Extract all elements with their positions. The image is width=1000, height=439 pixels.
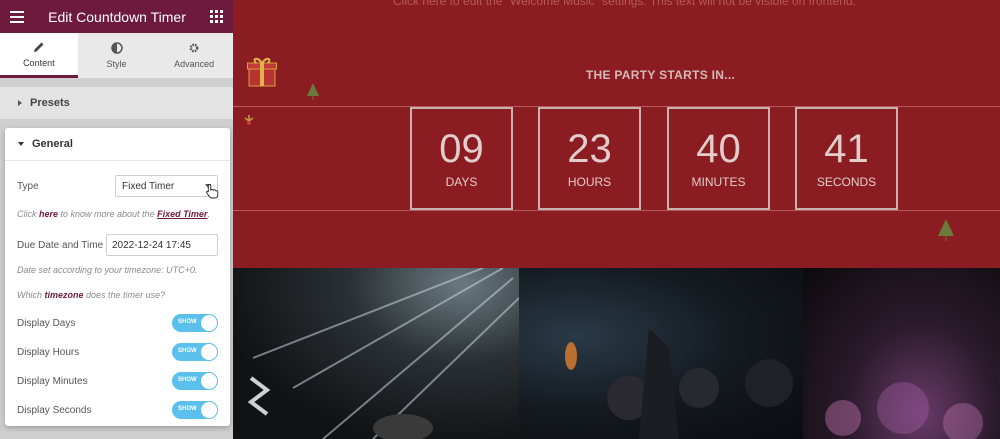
panel-tabs: Content Style Advanced <box>0 33 233 78</box>
timezone-note: Date set according to your timezone: UTC… <box>17 265 198 275</box>
days-value: 09 <box>439 127 484 171</box>
due-date-label: Due Date and Time <box>17 239 104 251</box>
countdown-hours-box: 23 HOURS <box>538 107 641 210</box>
pink-lights-photo <box>803 268 1000 439</box>
display-minutes-label: Display Minutes <box>17 375 88 387</box>
help-text-pre: Click <box>17 209 39 219</box>
type-select[interactable]: Fixed Timer <box>115 175 219 199</box>
light-beams-graphic <box>247 268 519 439</box>
display-days-toggle[interactable]: SHOW <box>172 314 218 332</box>
help-text-post: . <box>207 209 210 219</box>
display-seconds-row: Display Seconds SHOW <box>17 401 218 419</box>
party-heading: THE PARTY STARTS IN... <box>585 68 736 82</box>
toggle-state-label: SHOW <box>178 348 197 354</box>
christmas-tree-icon <box>938 219 954 241</box>
editor-panel: Edit Countdown Timer Content Style Advan… <box>0 0 233 439</box>
timezone-question: Which timezone does the timer use? <box>17 290 222 300</box>
type-row: Type Fixed Timer <box>17 175 219 199</box>
display-hours-row: Display Hours SHOW <box>17 343 218 361</box>
type-select-value: Fixed Timer <box>122 180 175 192</box>
which-text-pre: Which <box>17 290 45 300</box>
widgets-grid-icon[interactable] <box>210 10 223 23</box>
divider-bottom <box>233 210 1000 211</box>
gear-icon <box>189 43 199 53</box>
type-help-note: Click here to know more about the Fixed … <box>17 209 222 219</box>
christmas-tree-icon <box>307 83 319 100</box>
contrast-icon <box>110 42 123 54</box>
caret-right-icon <box>18 100 22 106</box>
timezone-link[interactable]: timezone <box>45 290 84 300</box>
concert-lights-photo <box>233 268 519 439</box>
seconds-value: 41 <box>824 127 869 171</box>
tab-style-label: Style <box>106 59 127 69</box>
type-label: Type <box>17 180 39 192</box>
caret-down-icon <box>18 142 24 146</box>
general-section-header[interactable]: General <box>5 128 230 161</box>
presets-section-header[interactable]: Presets <box>0 87 233 119</box>
crowd-silhouettes-graphic <box>565 328 793 439</box>
fixed-timer-link[interactable]: Fixed Timer <box>157 209 207 219</box>
tab-style[interactable]: Style <box>78 33 156 78</box>
tab-content[interactable]: Content <box>0 33 78 78</box>
hours-value: 23 <box>567 127 612 171</box>
countdown-section: Click here to edit the "Welcome Music" s… <box>233 0 1000 268</box>
panel-header: Edit Countdown Timer <box>0 0 233 33</box>
which-text-post: does the timer use? <box>83 290 166 300</box>
display-minutes-row: Display Minutes SHOW <box>17 372 218 390</box>
tab-advanced[interactable]: Advanced <box>155 33 233 78</box>
countdown-days-box: 09 DAYS <box>410 107 513 210</box>
days-label: DAYS <box>445 175 478 189</box>
tab-content-label: Content <box>23 57 55 68</box>
minutes-label: MINUTES <box>691 175 746 189</box>
help-text-mid: to know more about the <box>58 209 158 219</box>
here-link[interactable]: here <box>39 209 58 219</box>
pencil-icon <box>33 42 44 52</box>
display-days-row: Display Days SHOW <box>17 314 218 332</box>
general-label: General <box>32 138 73 150</box>
countdown-minutes-box: 40 MINUTES <box>667 107 770 210</box>
page-preview: Click here to edit the "Welcome Music" s… <box>233 0 1000 439</box>
display-seconds-toggle[interactable]: SHOW <box>172 401 218 419</box>
crowd-photo <box>519 268 803 439</box>
hours-label: HOURS <box>567 175 612 189</box>
countdown-seconds-box: 41 SECONDS <box>795 107 898 210</box>
display-seconds-label: Display Seconds <box>17 404 92 416</box>
toggle-state-label: SHOW <box>178 319 197 325</box>
hand-cursor-icon <box>206 184 219 199</box>
due-date-input[interactable]: 2022-12-24 17:45 <box>106 234 218 256</box>
bokeh-lights-graphic <box>825 382 983 439</box>
display-days-label: Display Days <box>17 317 76 329</box>
panel-title: Edit Countdown Timer <box>48 8 186 25</box>
display-minutes-toggle[interactable]: SHOW <box>172 372 218 390</box>
edit-music-notice[interactable]: Click here to edit the "Welcome Music" s… <box>393 0 856 8</box>
due-date-row: Due Date and Time 2022-12-24 17:45 <box>17 234 218 256</box>
mistletoe-icon <box>244 115 254 125</box>
hamburger-menu-icon[interactable] <box>10 10 24 23</box>
party-photo-strip <box>233 268 1000 439</box>
toggle-state-label: SHOW <box>178 406 197 412</box>
presets-label: Presets <box>30 97 70 109</box>
seconds-label: SECONDS <box>816 175 877 189</box>
general-section: General Type Fixed Timer Click here to k… <box>5 128 230 426</box>
tab-advanced-label: Advanced <box>174 59 215 69</box>
display-hours-label: Display Hours <box>17 346 80 358</box>
display-hours-toggle[interactable]: SHOW <box>172 343 218 361</box>
toggle-state-label: SHOW <box>178 377 197 383</box>
minutes-value: 40 <box>696 127 741 171</box>
